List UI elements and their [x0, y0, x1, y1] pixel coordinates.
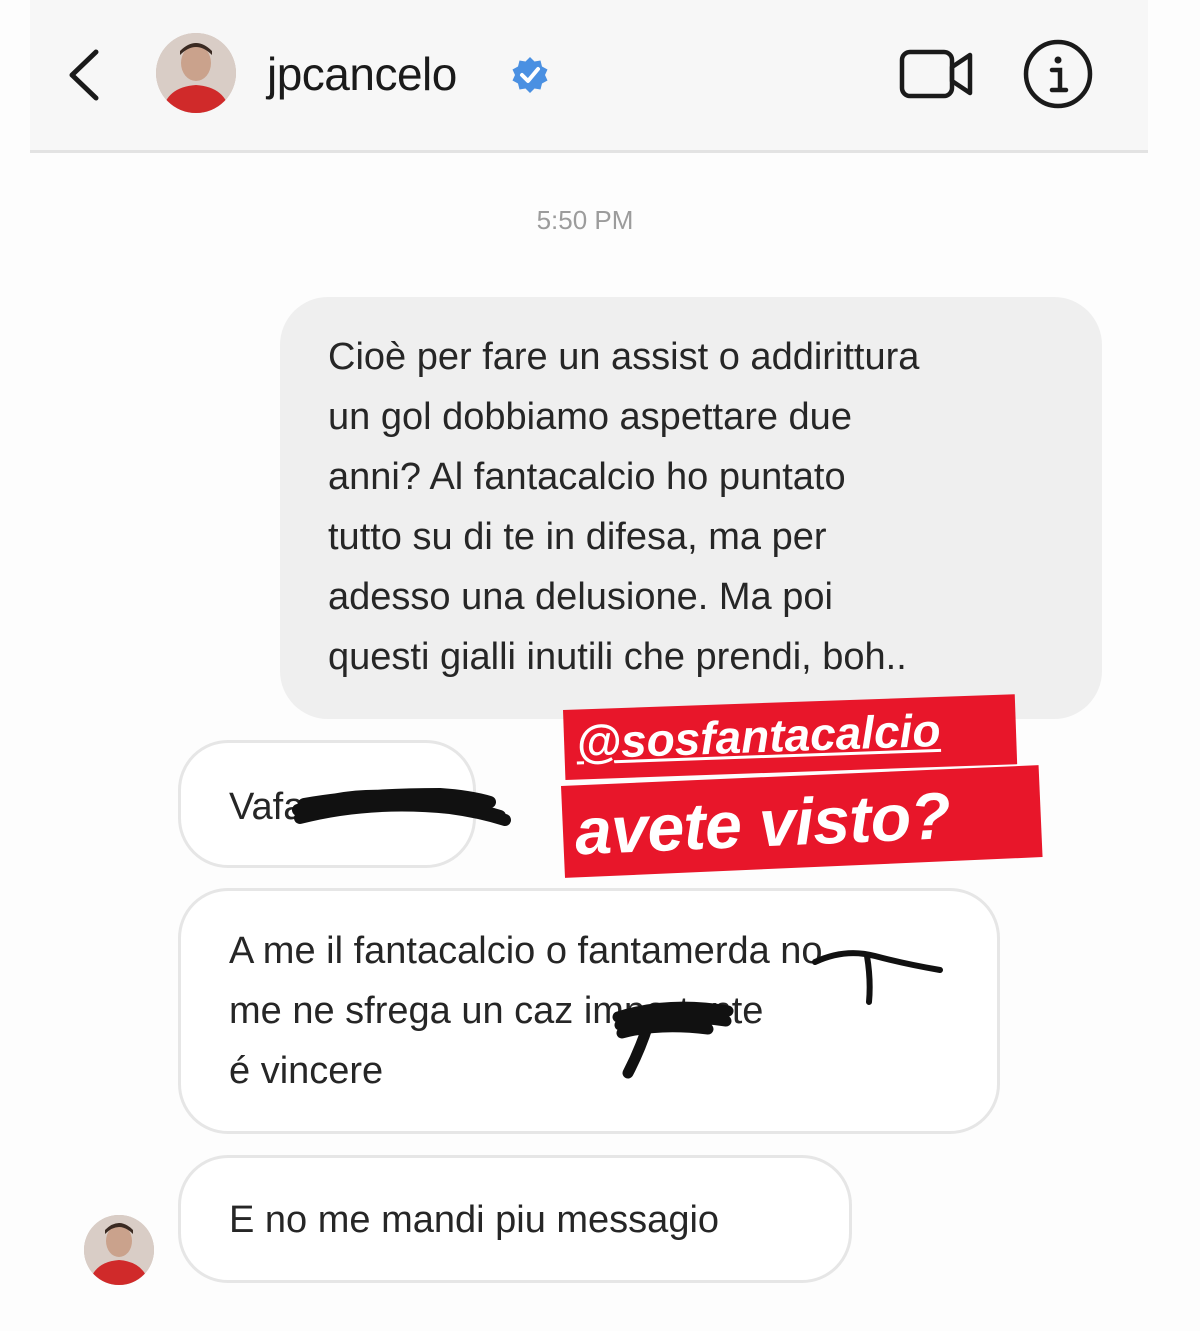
chat-header: jpcancelo — [30, 0, 1148, 153]
back-button[interactable] — [60, 40, 120, 110]
message-text: E no me mandi piu messagio — [229, 1199, 720, 1241]
dm-screen: jpcancelo 5:50 PM Cioè per fare un assis… — [0, 0, 1200, 1331]
chevron-left-icon — [69, 49, 99, 101]
caption-sticker: avete visto? — [561, 765, 1043, 878]
profile-photo-icon — [84, 1215, 154, 1285]
received-message-bubble[interactable]: A me il fantacalcio o fantamerda no me n… — [178, 888, 1000, 1134]
info-icon — [1023, 39, 1093, 109]
mention-sticker: @sosfantacalcio — [563, 694, 1018, 780]
sender-avatar[interactable] — [84, 1215, 154, 1285]
message-text: Cioè per fare un assist o addirittura un… — [328, 336, 920, 678]
chat-username[interactable]: jpcancelo — [267, 46, 457, 102]
info-button[interactable] — [1022, 38, 1094, 110]
received-message-bubble[interactable]: E no me mandi piu messagio — [178, 1155, 852, 1283]
sticker-mention-text: @sosfantacalcio — [575, 703, 942, 769]
message-text: Vafa — [229, 786, 305, 828]
message-timestamp: 5:50 PM — [536, 205, 634, 235]
sent-message-bubble[interactable]: Cioè per fare un assist o addirittura un… — [280, 297, 1102, 719]
video-camera-icon — [899, 49, 973, 99]
video-call-button[interactable] — [898, 40, 976, 106]
verified-badge-icon — [512, 57, 548, 93]
avatar[interactable] — [156, 33, 236, 113]
received-message-bubble[interactable]: Vafa — [178, 740, 476, 868]
sticker-caption-text: avete visto? — [573, 778, 952, 869]
profile-photo-icon — [156, 33, 236, 113]
message-text: A me il fantacalcio o fantamerda no me n… — [229, 930, 823, 1092]
